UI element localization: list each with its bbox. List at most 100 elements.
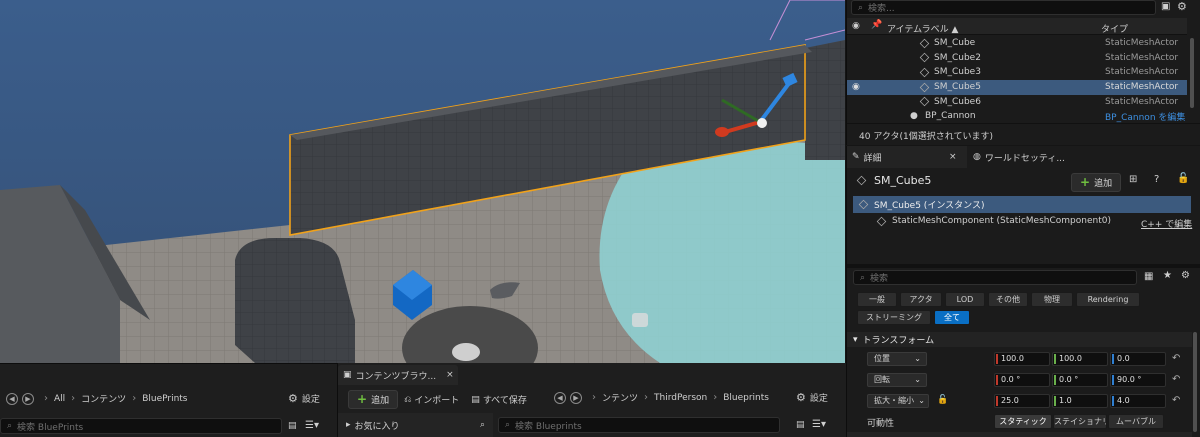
outliner-scrollbar[interactable] — [1190, 38, 1194, 108]
breadcrumb-blueprints[interactable]: Blueprints — [723, 393, 769, 403]
lock-icon[interactable]: 🔓 — [1177, 173, 1189, 184]
scale-y-field[interactable]: 1.0 — [1052, 394, 1108, 408]
location-y-field[interactable]: 100.0 — [1052, 352, 1108, 366]
tab-world-settings[interactable]: ◍ ワールドセッティ... — [969, 146, 1099, 168]
outliner-row[interactable]: SM_Cube StaticMeshActor — [847, 36, 1187, 51]
filter-misc[interactable]: その他 — [988, 292, 1028, 307]
table-view-icon[interactable]: ▦ — [1144, 271, 1153, 282]
import-button[interactable]: ⎌ インポート — [404, 393, 459, 407]
lock-icon[interactable]: 🔓 — [937, 395, 948, 405]
mobility-stationary-option[interactable]: ステイショナリ — [1053, 414, 1107, 429]
search-input[interactable]: ⌕ 検索 BluePrints — [0, 418, 282, 434]
cube-icon — [919, 38, 930, 49]
breadcrumb-content[interactable]: コンテンツ — [81, 392, 126, 405]
filter-lod[interactable]: LOD — [945, 292, 985, 307]
component-instance-row[interactable]: SM_Cube5 (インスタンス) — [853, 196, 1191, 213]
settings-button[interactable]: ⚙ 設定 — [796, 391, 828, 404]
filter-general[interactable]: 一般 — [857, 292, 897, 307]
edit-blueprint-link[interactable]: BP_Cannon を編集 — [1105, 110, 1185, 123]
search-icon[interactable]: ⌕ — [480, 420, 485, 430]
add-folder-icon[interactable]: ▣ — [1161, 1, 1170, 12]
component-row[interactable]: StaticMeshComponent (StaticMeshComponent… — [876, 216, 1111, 226]
gear-icon[interactable]: ⚙ — [1181, 270, 1190, 281]
outliner-row[interactable]: SM_Cube6 StaticMeshActor — [847, 95, 1187, 110]
details-panel: ✎ 詳細 × ◍ ワールドセッティ... SM_Cube5 + 追加 ⊞ ? 🔓 … — [846, 146, 1200, 437]
import-icon: ⎌ — [404, 394, 412, 405]
splitter[interactable] — [847, 264, 1200, 268]
reset-icon[interactable]: ↶ — [1172, 374, 1180, 385]
outliner-row[interactable]: ● BP_Cannon BP_Cannon を編集 — [847, 109, 1187, 124]
globe-icon: ◍ — [973, 152, 981, 162]
outliner-row[interactable]: SM_Cube3 StaticMeshActor — [847, 65, 1187, 80]
scale-x-field[interactable]: 25.0 — [994, 394, 1050, 408]
forward-icon[interactable]: ▶ — [570, 391, 582, 404]
mobility-static-option[interactable]: スタティック — [994, 414, 1052, 429]
back-icon[interactable]: ◀ — [554, 391, 566, 404]
filter-icon[interactable]: ☰▾ — [305, 420, 319, 431]
filter-all[interactable]: 全て — [934, 310, 970, 325]
search-input[interactable]: ⌕ 検索 Blueprints — [498, 417, 780, 433]
forward-icon[interactable]: ▶ — [22, 392, 34, 405]
filter-streaming[interactable]: ストリーミング — [857, 310, 931, 325]
level-viewport[interactable] — [0, 0, 845, 363]
gear-icon[interactable]: ⚙ — [1177, 0, 1187, 13]
favorites-section[interactable]: ▸ お気に入り ⌕ — [338, 413, 493, 437]
filter-rendering[interactable]: Rendering — [1076, 292, 1140, 307]
location-mode-select[interactable]: 位置 ⌄ — [867, 352, 927, 366]
rotation-y-field[interactable]: 0.0 ° — [1052, 373, 1108, 387]
rotation-z-field[interactable]: 90.0 ° — [1110, 373, 1166, 387]
breadcrumb-blueprints[interactable]: BluePrints — [142, 394, 187, 404]
outliner-row[interactable]: SM_Cube2 StaticMeshActor — [847, 51, 1187, 66]
save-icon[interactable]: ▤ — [288, 421, 297, 431]
chevron-down-icon: ⌄ — [918, 396, 925, 405]
reset-icon[interactable]: ↶ — [1172, 395, 1180, 406]
chevron-right-icon: › — [713, 392, 718, 403]
visibility-icon[interactable]: ◉ — [852, 82, 860, 92]
filter-icon[interactable]: ☰▾ — [812, 419, 826, 430]
plus-icon: + — [357, 392, 368, 406]
viewport-scene[interactable] — [0, 0, 845, 363]
details-scrollbar[interactable] — [1193, 332, 1197, 432]
breadcrumb-content[interactable]: ンテンツ — [602, 391, 638, 404]
column-type[interactable]: タイプ — [1101, 22, 1128, 35]
chevron-right-icon: › — [44, 393, 48, 404]
add-component-button[interactable]: + 追加 — [1071, 173, 1122, 192]
transform-section-header[interactable]: ▾ トランスフォーム — [847, 332, 1192, 347]
rotation-mode-select[interactable]: 回転 ⌄ — [867, 373, 927, 387]
scale-z-field[interactable]: 4.0 — [1110, 394, 1166, 408]
outliner-row-selected[interactable]: ◉ SM_Cube5 StaticMeshActor — [847, 80, 1187, 95]
cpp-edit-link[interactable]: C++ で編集 — [1141, 217, 1192, 230]
add-button[interactable]: + 追加 — [348, 390, 399, 409]
close-icon[interactable]: × — [949, 152, 957, 162]
outliner-search-input[interactable]: ⌕ 検索... — [851, 0, 1156, 15]
filter-physics[interactable]: 物理 — [1031, 292, 1073, 307]
blueprint-options-icon[interactable]: ⊞ — [1129, 174, 1137, 185]
breadcrumb-all[interactable]: All — [54, 394, 65, 404]
search-icon: ⌕ — [858, 2, 864, 13]
settings-button[interactable]: ⚙ 設定 — [288, 392, 320, 405]
cube-icon — [919, 82, 930, 93]
search-icon: ⌕ — [7, 421, 13, 431]
tab-content-browser[interactable]: ▣ コンテンツブラウ... × — [338, 365, 458, 385]
column-item-label[interactable]: アイテムラベル ▲ — [887, 22, 958, 35]
filter-actor[interactable]: アクタ — [900, 292, 942, 307]
location-x-field[interactable]: 100.0 — [994, 352, 1050, 366]
content-browser: ▣ コンテンツブラウ... × + 追加 ⎌ インポート ▤ すべて保存 ◀ ▶ › … — [337, 363, 846, 437]
chevron-right-icon: › — [644, 392, 649, 403]
back-icon[interactable]: ◀ — [6, 392, 18, 405]
reset-icon[interactable]: ↶ — [1172, 353, 1180, 364]
help-icon[interactable]: ? — [1154, 174, 1159, 185]
scale-mode-select[interactable]: 拡大・縮小 ⌄ — [867, 394, 929, 408]
actor-name[interactable]: SM_Cube5 — [874, 174, 931, 187]
rotation-x-field[interactable]: 0.0 ° — [994, 373, 1050, 387]
save-all-button[interactable]: ▤ すべて保存 — [471, 393, 527, 407]
close-icon[interactable]: × — [446, 370, 454, 380]
outliner-header: ◉ 📌 アイテムラベル ▲ タイプ — [847, 18, 1187, 35]
location-z-field[interactable]: 0.0 — [1110, 352, 1166, 366]
save-icon[interactable]: ▤ — [796, 420, 805, 430]
details-search-input[interactable]: ⌕ 検索 — [853, 270, 1137, 285]
mobility-movable-option[interactable]: ムーバブル — [1108, 414, 1164, 429]
tab-details[interactable]: ✎ 詳細 × — [847, 146, 967, 168]
star-icon[interactable]: ★ — [1163, 270, 1172, 281]
breadcrumb-thirdperson[interactable]: ThirdPerson — [654, 393, 707, 403]
